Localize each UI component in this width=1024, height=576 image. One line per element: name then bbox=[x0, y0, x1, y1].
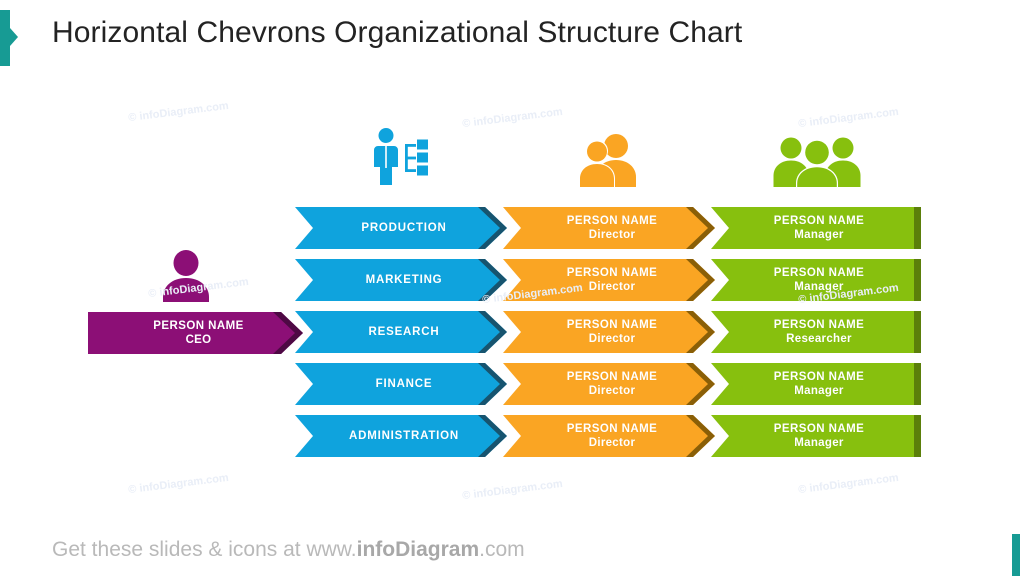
manager-chevron[interactable]: PERSON NAME Director bbox=[503, 415, 715, 457]
department-name: RESEARCH bbox=[368, 325, 440, 338]
manager-role: Director bbox=[588, 281, 636, 293]
department-name: MARKETING bbox=[365, 273, 443, 286]
ceo-label: PERSON NAME CEO bbox=[147, 319, 244, 347]
staff-role: Manager bbox=[794, 281, 844, 293]
footer-suffix: .com bbox=[479, 538, 525, 561]
staff-chevron[interactable]: PERSON NAME Manager bbox=[711, 363, 921, 405]
manager-chevron[interactable]: PERSON NAME Director bbox=[503, 363, 715, 405]
org-chart: PERSON NAME CEO PRODUCTION PERSON NAME D… bbox=[0, 0, 1024, 576]
staff-name: PERSON NAME bbox=[773, 318, 865, 331]
staff-name: PERSON NAME bbox=[773, 422, 865, 435]
footer-brand: infoDiagram bbox=[356, 538, 480, 561]
staff-chevron[interactable]: PERSON NAME Manager bbox=[711, 415, 921, 457]
department-name: ADMINISTRATION bbox=[348, 429, 459, 442]
department-chevron[interactable]: FINANCE bbox=[295, 363, 507, 405]
staff-role: Manager bbox=[794, 229, 844, 241]
manager-name: PERSON NAME bbox=[566, 214, 658, 227]
manager-chevron[interactable]: PERSON NAME Director bbox=[503, 259, 715, 301]
department-chevron[interactable]: MARKETING bbox=[295, 259, 507, 301]
footer-prefix: Get these slides & icons at www. bbox=[52, 538, 357, 561]
staff-chevron[interactable]: PERSON NAME Manager bbox=[711, 207, 921, 249]
department-chevron[interactable]: ADMINISTRATION bbox=[295, 415, 507, 457]
department-chevron[interactable]: RESEARCH bbox=[295, 311, 507, 353]
staff-chevron[interactable]: PERSON NAME Manager bbox=[711, 259, 921, 301]
footer-promo: Get these slides & icons at www.infoDiag… bbox=[52, 538, 525, 562]
staff-role: Manager bbox=[794, 437, 844, 449]
staff-chevron[interactable]: PERSON NAME Researcher bbox=[711, 311, 921, 353]
manager-role: Director bbox=[588, 385, 636, 397]
ceo-name: PERSON NAME bbox=[153, 319, 244, 332]
manager-role: Director bbox=[588, 437, 636, 449]
staff-role: Researcher bbox=[786, 333, 852, 345]
manager-name: PERSON NAME bbox=[566, 422, 658, 435]
manager-chevron[interactable]: PERSON NAME Director bbox=[503, 311, 715, 353]
manager-chevron[interactable]: PERSON NAME Director bbox=[503, 207, 715, 249]
ceo-role: CEO bbox=[185, 334, 212, 346]
single-person-icon bbox=[155, 250, 217, 302]
manager-name: PERSON NAME bbox=[566, 370, 658, 383]
staff-name: PERSON NAME bbox=[773, 214, 865, 227]
staff-role: Manager bbox=[794, 385, 844, 397]
manager-role: Director bbox=[588, 229, 636, 241]
department-name: FINANCE bbox=[375, 377, 433, 390]
manager-name: PERSON NAME bbox=[566, 266, 658, 279]
manager-role: Director bbox=[588, 333, 636, 345]
ceo-chevron[interactable]: PERSON NAME CEO bbox=[88, 312, 303, 354]
manager-name: PERSON NAME bbox=[566, 318, 658, 331]
department-chevron[interactable]: PRODUCTION bbox=[295, 207, 507, 249]
department-name: PRODUCTION bbox=[361, 221, 447, 234]
staff-name: PERSON NAME bbox=[773, 370, 865, 383]
staff-name: PERSON NAME bbox=[773, 266, 865, 279]
